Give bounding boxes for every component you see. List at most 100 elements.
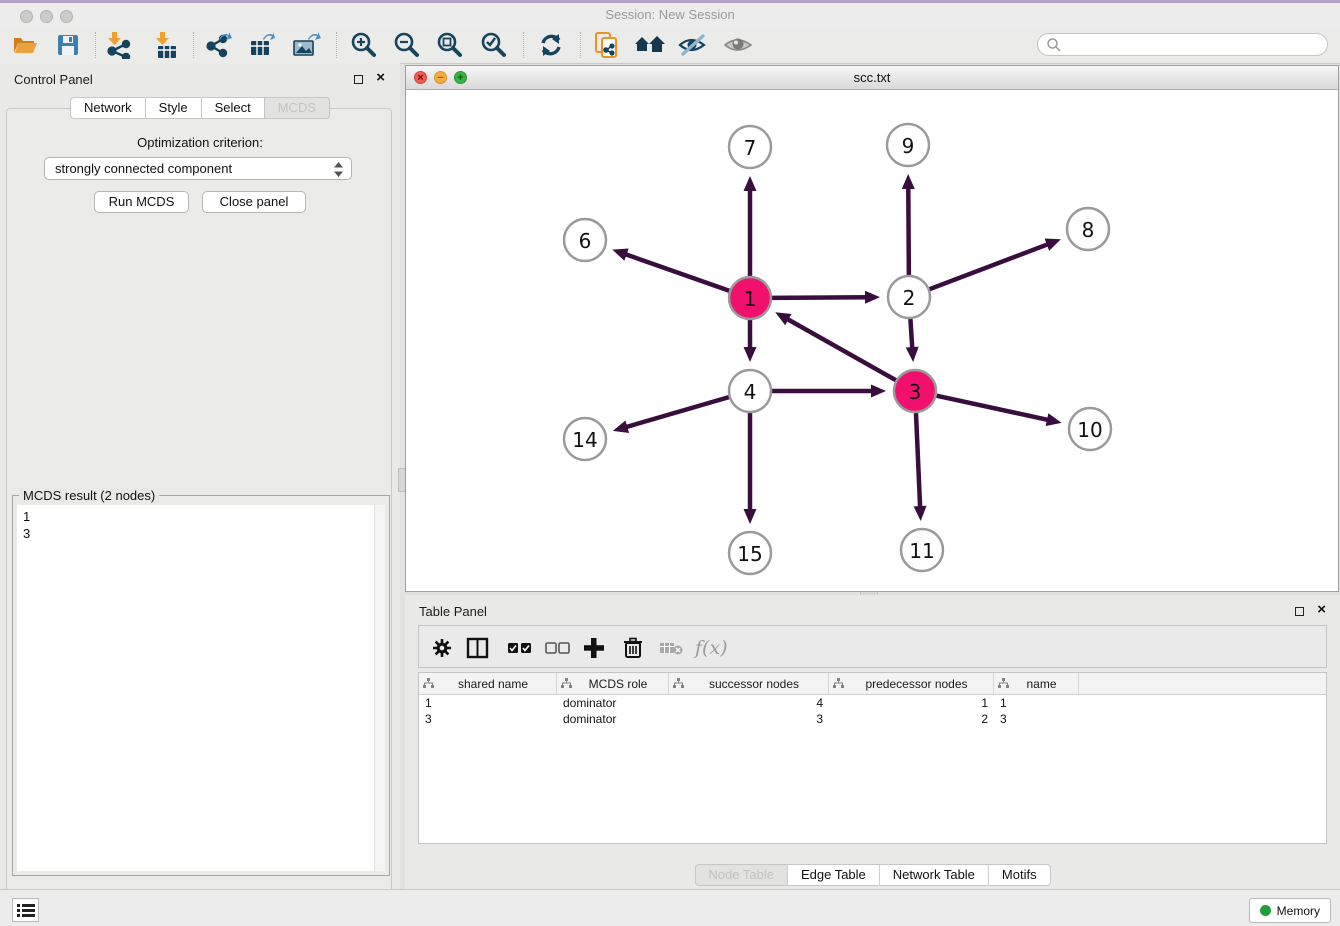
- tab-network[interactable]: Network: [70, 97, 146, 119]
- column-header-successor-nodes[interactable]: successor nodes: [669, 673, 829, 694]
- save-session-icon[interactable]: [54, 31, 82, 59]
- maximize-window-button[interactable]: [60, 10, 73, 23]
- graph-edge-3-11[interactable]: [916, 413, 920, 509]
- import-table-icon[interactable]: [152, 31, 180, 59]
- tab-mcds[interactable]: MCDS: [265, 97, 330, 119]
- search-icon: [1046, 37, 1062, 53]
- graph-node-label: 9: [902, 134, 915, 158]
- graph-edge-1-2[interactable]: [772, 297, 868, 298]
- edge-arrowhead: [865, 291, 880, 304]
- frame-maximize-button[interactable]: +: [454, 71, 467, 84]
- application-window: Session: New Session: [0, 0, 1340, 926]
- graph-edge-3-10[interactable]: [936, 396, 1049, 421]
- tab-edge-table[interactable]: Edge Table: [788, 864, 880, 886]
- graph-edge-2-9[interactable]: [908, 186, 909, 275]
- graph-edge-1-6[interactable]: [624, 254, 730, 291]
- column-header-shared-name[interactable]: shared name: [419, 673, 557, 694]
- tab-network-table[interactable]: Network Table: [880, 864, 989, 886]
- tab-style[interactable]: Style: [146, 97, 202, 119]
- export-network-icon[interactable]: [204, 31, 232, 59]
- graph-node-label: 1: [744, 287, 757, 311]
- minimize-window-button[interactable]: [40, 10, 53, 23]
- table-cell[interactable]: 1: [829, 695, 994, 711]
- table-cell[interactable]: 3: [994, 711, 1079, 727]
- frame-minimize-button[interactable]: −: [434, 71, 447, 84]
- memory-button[interactable]: Memory: [1249, 898, 1331, 923]
- network-frame-titlebar[interactable]: × − + scc.txt: [406, 66, 1338, 90]
- export-table-icon[interactable]: [247, 31, 275, 59]
- graph-node-label: 3: [909, 380, 922, 404]
- select-all-checks-icon[interactable]: [507, 637, 533, 659]
- hide-selected-icon[interactable]: [677, 31, 709, 59]
- table-row[interactable]: 1dominator411: [419, 695, 1326, 711]
- run-mcds-button[interactable]: Run MCDS: [94, 191, 189, 213]
- graph-node-label: 6: [579, 229, 592, 253]
- tab-node-table[interactable]: Node Table: [694, 864, 788, 886]
- table-cell[interactable]: 4: [669, 695, 829, 711]
- graph-edge-3-1[interactable]: [786, 318, 896, 380]
- close-panel-icon[interactable]: ×: [376, 69, 385, 87]
- task-history-button[interactable]: [12, 898, 39, 922]
- main-toolbar: [0, 27, 1340, 64]
- graph-edge-2-3[interactable]: [910, 319, 912, 350]
- table-cell[interactable]: dominator: [557, 711, 669, 727]
- delete-columns-icon[interactable]: [622, 637, 644, 659]
- result-scrollbar[interactable]: [374, 505, 385, 871]
- table-cell[interactable]: 1: [994, 695, 1079, 711]
- network-canvas[interactable]: 7968124314101511: [406, 89, 1338, 591]
- table-cell[interactable]: 2: [829, 711, 994, 727]
- close-table-panel-icon[interactable]: ×: [1317, 601, 1326, 619]
- float-table-panel-icon[interactable]: [1295, 607, 1304, 616]
- edge-arrowhead: [744, 509, 757, 524]
- first-neighbors-icon[interactable]: [633, 31, 667, 59]
- tab-select[interactable]: Select: [202, 97, 265, 119]
- table-cell[interactable]: 3: [669, 711, 829, 727]
- open-session-icon[interactable]: [11, 31, 39, 59]
- zoom-out-icon[interactable]: [393, 31, 421, 59]
- import-network-icon[interactable]: [104, 31, 132, 59]
- edge-arrowhead: [612, 248, 628, 260]
- zoom-selected-icon[interactable]: [480, 31, 508, 59]
- graph-node-label: 8: [1082, 218, 1095, 242]
- search-input[interactable]: [1062, 37, 1319, 53]
- refresh-icon[interactable]: [537, 31, 565, 59]
- search-field[interactable]: [1037, 33, 1328, 56]
- table-panel-title: Table Panel: [419, 604, 487, 619]
- table-cell[interactable]: 3: [419, 711, 557, 727]
- control-panel-title: Control Panel: [14, 72, 93, 87]
- create-column-icon[interactable]: [582, 637, 606, 659]
- mcds-result-text: 1 3: [17, 505, 385, 545]
- graph-edge-4-14[interactable]: [624, 397, 729, 427]
- show-all-icon[interactable]: [722, 31, 754, 59]
- graph-node-label: 7: [744, 136, 757, 160]
- graph-node-label: 4: [744, 380, 757, 404]
- table-row[interactable]: 3dominator323: [419, 711, 1326, 727]
- float-panel-icon[interactable]: [354, 75, 363, 84]
- graph-edge-2-8[interactable]: [930, 244, 1050, 290]
- node-table[interactable]: shared nameMCDS rolesuccessor nodesprede…: [418, 672, 1327, 844]
- column-header-MCDS-role[interactable]: MCDS role: [557, 673, 669, 694]
- table-panel-tabs: Node Table Edge Table Network Table Moti…: [694, 864, 1050, 886]
- table-cell[interactable]: dominator: [557, 695, 669, 711]
- network-view-frame: × − + scc.txt 7968124314101511: [405, 65, 1339, 592]
- frame-close-button[interactable]: ×: [414, 71, 427, 84]
- close-panel-button[interactable]: Close panel: [202, 191, 306, 213]
- control-panel-tabs: Network Style Select MCDS: [70, 97, 330, 119]
- table-cell[interactable]: 1: [419, 695, 557, 711]
- table-settings-icon[interactable]: [431, 637, 453, 659]
- zoom-in-icon[interactable]: [350, 31, 378, 59]
- clear-all-checks-icon[interactable]: [545, 637, 571, 659]
- zoom-fit-icon[interactable]: [436, 31, 464, 59]
- column-header-predecessor-nodes[interactable]: predecessor nodes: [829, 673, 994, 694]
- criterion-dropdown[interactable]: strongly connected component: [44, 157, 352, 180]
- export-image-icon[interactable]: [291, 31, 319, 59]
- delete-table-icon: [659, 637, 685, 659]
- clone-network-icon[interactable]: [593, 31, 621, 59]
- close-window-button[interactable]: [20, 10, 33, 23]
- tab-motifs[interactable]: Motifs: [989, 864, 1051, 886]
- toolbar-separator: [95, 32, 96, 58]
- dropdown-arrows-icon: [333, 161, 344, 178]
- toggle-columns-icon[interactable]: [466, 637, 490, 659]
- column-header-name[interactable]: name: [994, 673, 1079, 694]
- mcds-result-box[interactable]: 1 3: [17, 505, 385, 871]
